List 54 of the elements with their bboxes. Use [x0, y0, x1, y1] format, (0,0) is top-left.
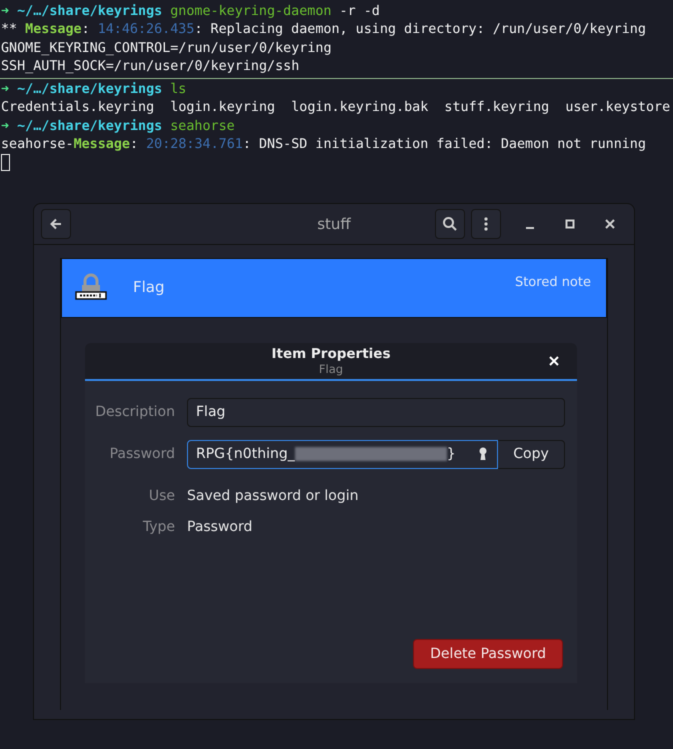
- field-value: Saved password or login: [187, 486, 358, 506]
- close-icon: [605, 219, 615, 229]
- minimize-icon: [525, 227, 535, 229]
- back-button[interactable]: [41, 209, 71, 239]
- field-label: Use: [148, 486, 175, 506]
- dialog-title: Item Properties: [272, 346, 390, 362]
- prompt-arrow: ➜: [1, 118, 10, 136]
- text-cursor: [1, 154, 10, 172]
- field-value: Password: [187, 518, 252, 536]
- output-text: **: [1, 21, 18, 40]
- description-field[interactable]: Flag: [187, 398, 565, 426]
- output-text: seahorse-: [1, 136, 74, 154]
- timestamp: 20:28:34.761: [146, 136, 243, 154]
- maximize-icon: [565, 219, 575, 229]
- password-text: RPG{n0thing_: [196, 444, 295, 464]
- dialog-subtitle: Flag: [318, 362, 344, 376]
- output-text: GNOME_KEYRING_CONTROL=/run/user/0/keyring: [1, 40, 332, 58]
- field-label: Type: [142, 518, 175, 536]
- search-button[interactable]: [435, 209, 465, 239]
- back-arrow-icon: [49, 217, 63, 231]
- copy-button[interactable]: Copy: [498, 440, 565, 468]
- message-label: Message: [25, 21, 82, 40]
- more-icon: [484, 217, 488, 231]
- search-icon: [442, 216, 458, 232]
- password-field[interactable]: RPG{n0thing_ }: [187, 440, 498, 468]
- command-text: gnome-keyring-daemon: [170, 3, 332, 21]
- field-label: Description: [94, 402, 175, 422]
- field-label: Password: [108, 444, 175, 464]
- output-text: SSH_AUTH_SOCK=/run/user/0/keyring/ssh: [1, 58, 300, 76]
- item-type: Stored note: [514, 274, 591, 292]
- command-text: seahorse: [170, 118, 235, 136]
- output-text: : Replacing daemon, using directory: /run/user/0/keyring: [194, 21, 646, 40]
- output-text: -r -d: [340, 3, 380, 21]
- prompt-path: ~/…/share/keyrings: [17, 118, 162, 136]
- output-text: :: [130, 136, 138, 154]
- close-icon: [549, 356, 559, 366]
- prompt-path: ~/…/share/keyrings: [17, 81, 162, 100]
- command-text: ls: [170, 81, 186, 100]
- item-name: Flag: [133, 277, 165, 298]
- prompt-path: ~/…/share/keyrings: [17, 3, 162, 21]
- output-text: Credentials.keyring login.keyring login.keyring.bak stuff.keyring user.keystore: [1, 99, 670, 118]
- delete-password-button[interactable]: Delete Password: [413, 639, 563, 669]
- message-label: Message: [74, 136, 130, 154]
- window-title: stuff: [317, 214, 351, 235]
- menu-button[interactable]: [471, 209, 501, 239]
- timestamp: 14:46:26.435: [98, 21, 194, 40]
- prompt-arrow: ➜: [1, 81, 10, 100]
- close-button[interactable]: [549, 355, 561, 367]
- key-hole-icon: [479, 447, 487, 461]
- lock-icon: [75, 273, 107, 301]
- password-text: }: [446, 444, 456, 464]
- output-text: :: [82, 21, 90, 40]
- output-text: : DNS-SD initialization failed: Daemon not running: [242, 136, 646, 154]
- prompt-arrow: ➜: [1, 3, 10, 21]
